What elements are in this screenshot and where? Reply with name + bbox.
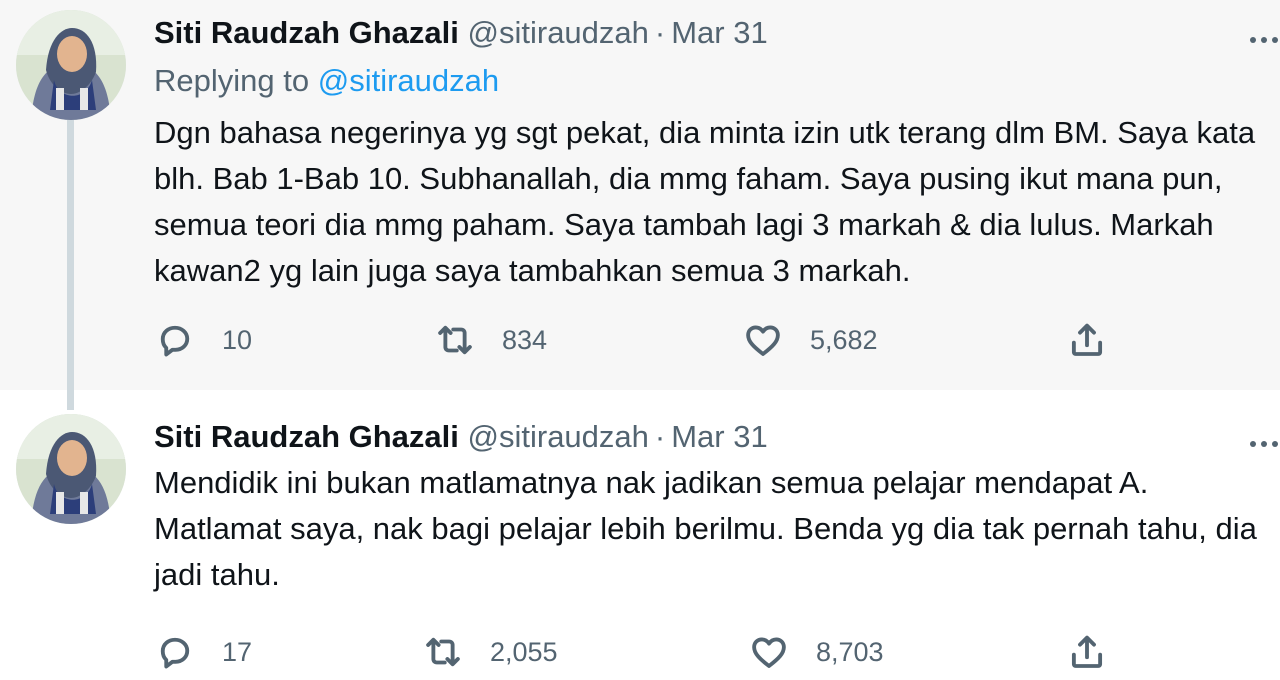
reply-icon [160,325,190,357]
share-button[interactable] [1066,316,1134,364]
reply-button[interactable]: 10 [154,316,252,364]
avatar[interactable] [16,10,126,120]
tweet-text: Dgn bahasa negerinya yg sgt pekat, dia m… [154,115,1256,288]
more-icon[interactable] [1250,434,1280,454]
more-icon[interactable] [1250,30,1280,50]
author-handle[interactable]: @sitiraudzah [468,419,649,454]
reply-count: 10 [222,324,253,355]
avatar[interactable] [16,414,126,524]
like-count: 8,703 [816,636,884,667]
like-count: 5,682 [810,324,878,355]
reply-count: 17 [222,636,253,667]
avatar-image [16,414,126,524]
share-button[interactable] [1066,628,1134,676]
tweet[interactable]: Siti Raudzah Ghazali @sitiraudzah · Mar 31… [0,0,1280,390]
tweet-actions: 17 2,055 8,703 [154,628,1154,676]
avatar-image [16,10,126,120]
like-icon [752,637,786,668]
author-name[interactable]: Siti Raudzah Ghazali [154,419,459,454]
separator: · [654,15,666,50]
thread-connector [67,120,74,410]
author-name[interactable]: Siti Raudzah Ghazali [154,15,459,50]
tweet[interactable]: Siti Raudzah Ghazali @sitiraudzah · Mar 31… [0,390,1280,680]
tweet-date[interactable]: Mar 31 [671,15,767,50]
reply-icon [160,637,190,669]
tweet-date[interactable]: Mar 31 [671,419,767,454]
tweet-header: Siti Raudzah Ghazali @sitiraudzah · Mar 31 [154,414,768,460]
retweet-button[interactable]: 834 [434,316,547,364]
reply-button[interactable]: 17 [154,628,252,676]
retweet-icon [438,325,472,355]
replying-to-label: Replying to [154,63,310,98]
tweet-text: Mendidik ini bukan matlamatnya nak jadik… [154,465,1257,592]
like-button[interactable]: 5,682 [742,316,878,364]
replying-to: Replying to @sitiraudzah [154,58,499,104]
replying-to-handle[interactable]: @sitiraudzah [318,63,499,98]
tweet-actions: 10 834 5,682 [154,316,1154,364]
like-icon [746,325,780,356]
retweet-count: 2,055 [490,636,558,667]
tweet-header: Siti Raudzah Ghazali @sitiraudzah · Mar 31 [154,10,768,56]
share-icon [1071,323,1103,356]
retweet-icon [426,637,460,667]
author-handle[interactable]: @sitiraudzah [468,15,649,50]
retweet-count: 834 [502,324,548,355]
like-button[interactable]: 8,703 [748,628,884,676]
retweet-button[interactable]: 2,055 [422,628,558,676]
separator: · [654,419,666,454]
share-icon [1071,635,1103,668]
